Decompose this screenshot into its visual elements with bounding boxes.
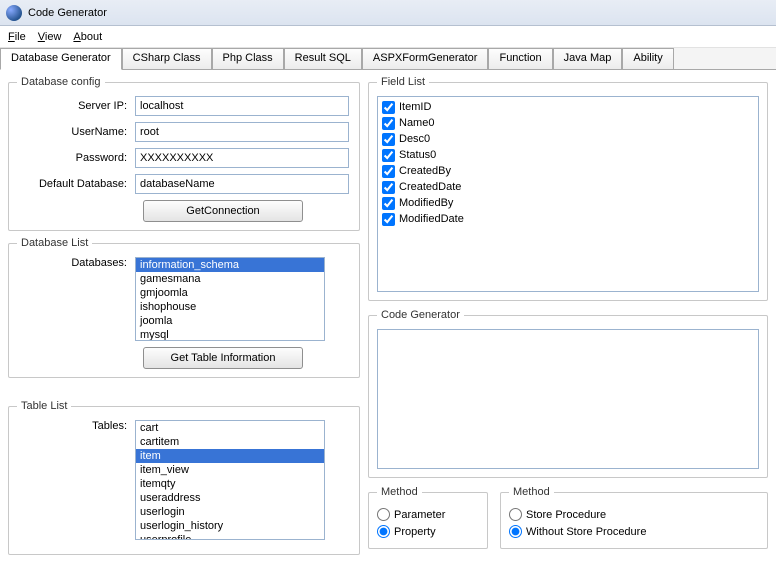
field-list-group: Field List ItemID Name0 Desc0 Status0 Create… [368,76,768,301]
list-item[interactable]: item_view [136,463,324,477]
method1-property-radio[interactable] [377,525,390,538]
tab-java-map[interactable]: Java Map [553,48,623,69]
get-connection-button[interactable]: GetConnection [143,200,303,222]
field-label: ModifiedDate [399,213,464,225]
tab-function[interactable]: Function [488,48,552,69]
method2-without-label: Without Store Procedure [526,526,646,538]
method2-storeproc-radio[interactable] [509,508,522,521]
field-label: CreatedBy [399,165,451,177]
menu-view[interactable]: View [38,31,62,43]
menu-about[interactable]: About [73,31,102,43]
table-list-legend: Table List [17,400,71,412]
list-item[interactable]: ishophouse [136,300,324,314]
method2-group: Method Store Procedure Without Store Pro… [500,486,768,549]
default-db-input[interactable] [135,174,349,194]
get-table-info-button[interactable]: Get Table Information [143,347,303,369]
list-item[interactable]: item [136,449,324,463]
field-checkbox[interactable] [382,101,395,114]
method2-storeproc-label: Store Procedure [526,509,606,521]
password-label: Password: [17,152,135,164]
table-list-group: Table List Tables: cartcartitemitemitem_… [8,400,360,555]
field-label: ModifiedBy [399,197,453,209]
field-row[interactable]: Desc0 [382,131,754,147]
list-item[interactable]: cartitem [136,435,324,449]
method1-parameter-label: Parameter [394,509,445,521]
field-checkbox[interactable] [382,181,395,194]
list-item[interactable]: mysql [136,328,324,341]
tab-database-generator[interactable]: Database Generator [0,48,122,70]
server-ip-label: Server IP: [17,100,135,112]
field-label: Desc0 [399,133,430,145]
field-label: Name0 [399,117,434,129]
tab-csharp-class[interactable]: CSharp Class [122,48,212,69]
menu-bar: File View About [0,26,776,48]
field-label: Status0 [399,149,436,161]
list-item[interactable]: gmjoomla [136,286,324,300]
tables-label: Tables: [17,420,135,432]
code-output-area[interactable] [377,329,759,469]
list-item[interactable]: userlogin_history [136,519,324,533]
field-label: ItemID [399,101,431,113]
method1-property-label: Property [394,526,436,538]
default-db-label: Default Database: [17,178,135,190]
database-config-group: Database config Server IP: UserName: Pas… [8,76,360,231]
list-item[interactable]: joomla [136,314,324,328]
title-bar: Code Generator [0,0,776,26]
field-row[interactable]: Name0 [382,115,754,131]
database-list-group: Database List Databases: information_sch… [8,237,360,378]
field-row[interactable]: ModifiedDate [382,211,754,227]
server-ip-input[interactable] [135,96,349,116]
tab-php-class[interactable]: Php Class [212,48,284,69]
method1-parameter-radio[interactable] [377,508,390,521]
username-input[interactable] [135,122,349,142]
databases-label: Databases: [17,257,135,269]
field-checkbox[interactable] [382,117,395,130]
method2-without-radio[interactable] [509,525,522,538]
list-item[interactable]: cart [136,421,324,435]
password-input[interactable] [135,148,349,168]
window-title: Code Generator [28,7,107,19]
databases-listbox[interactable]: information_schemagamesmanagmjoomlaishop… [135,257,325,341]
field-checkbox[interactable] [382,213,395,226]
field-label: CreatedDate [399,181,461,193]
field-row[interactable]: CreatedDate [382,179,754,195]
tables-listbox[interactable]: cartcartitemitemitem_viewitemqtyuseraddr… [135,420,325,540]
tab-ability[interactable]: Ability [622,48,673,69]
tab-aspxformgenerator[interactable]: ASPXFormGenerator [362,48,489,69]
list-item[interactable]: userlogin [136,505,324,519]
database-config-legend: Database config [17,76,105,88]
menu-file[interactable]: File [8,31,26,43]
database-list-legend: Database List [17,237,92,249]
list-item[interactable]: gamesmana [136,272,324,286]
list-item[interactable]: userprofile [136,533,324,540]
field-checkbox[interactable] [382,133,395,146]
field-list-legend: Field List [377,76,429,88]
list-item[interactable]: useraddress [136,491,324,505]
list-item[interactable]: information_schema [136,258,324,272]
code-generator-group: Code Generator [368,309,768,478]
method2-legend: Method [509,486,554,498]
username-label: UserName: [17,126,135,138]
field-row[interactable]: Status0 [382,147,754,163]
field-row[interactable]: ItemID [382,99,754,115]
field-checkbox[interactable] [382,149,395,162]
list-item[interactable]: itemqty [136,477,324,491]
field-row[interactable]: ModifiedBy [382,195,754,211]
tab-bar: Database GeneratorCSharp ClassPhp ClassR… [0,48,776,70]
field-listbox[interactable]: ItemID Name0 Desc0 Status0 CreatedBy CreatedD… [377,96,759,292]
field-checkbox[interactable] [382,165,395,178]
field-checkbox[interactable] [382,197,395,210]
field-row[interactable]: CreatedBy [382,163,754,179]
app-icon [6,5,22,21]
code-generator-legend: Code Generator [377,309,464,321]
tab-result-sql[interactable]: Result SQL [284,48,362,69]
method1-group: Method Parameter Property [368,486,488,549]
method1-legend: Method [377,486,422,498]
